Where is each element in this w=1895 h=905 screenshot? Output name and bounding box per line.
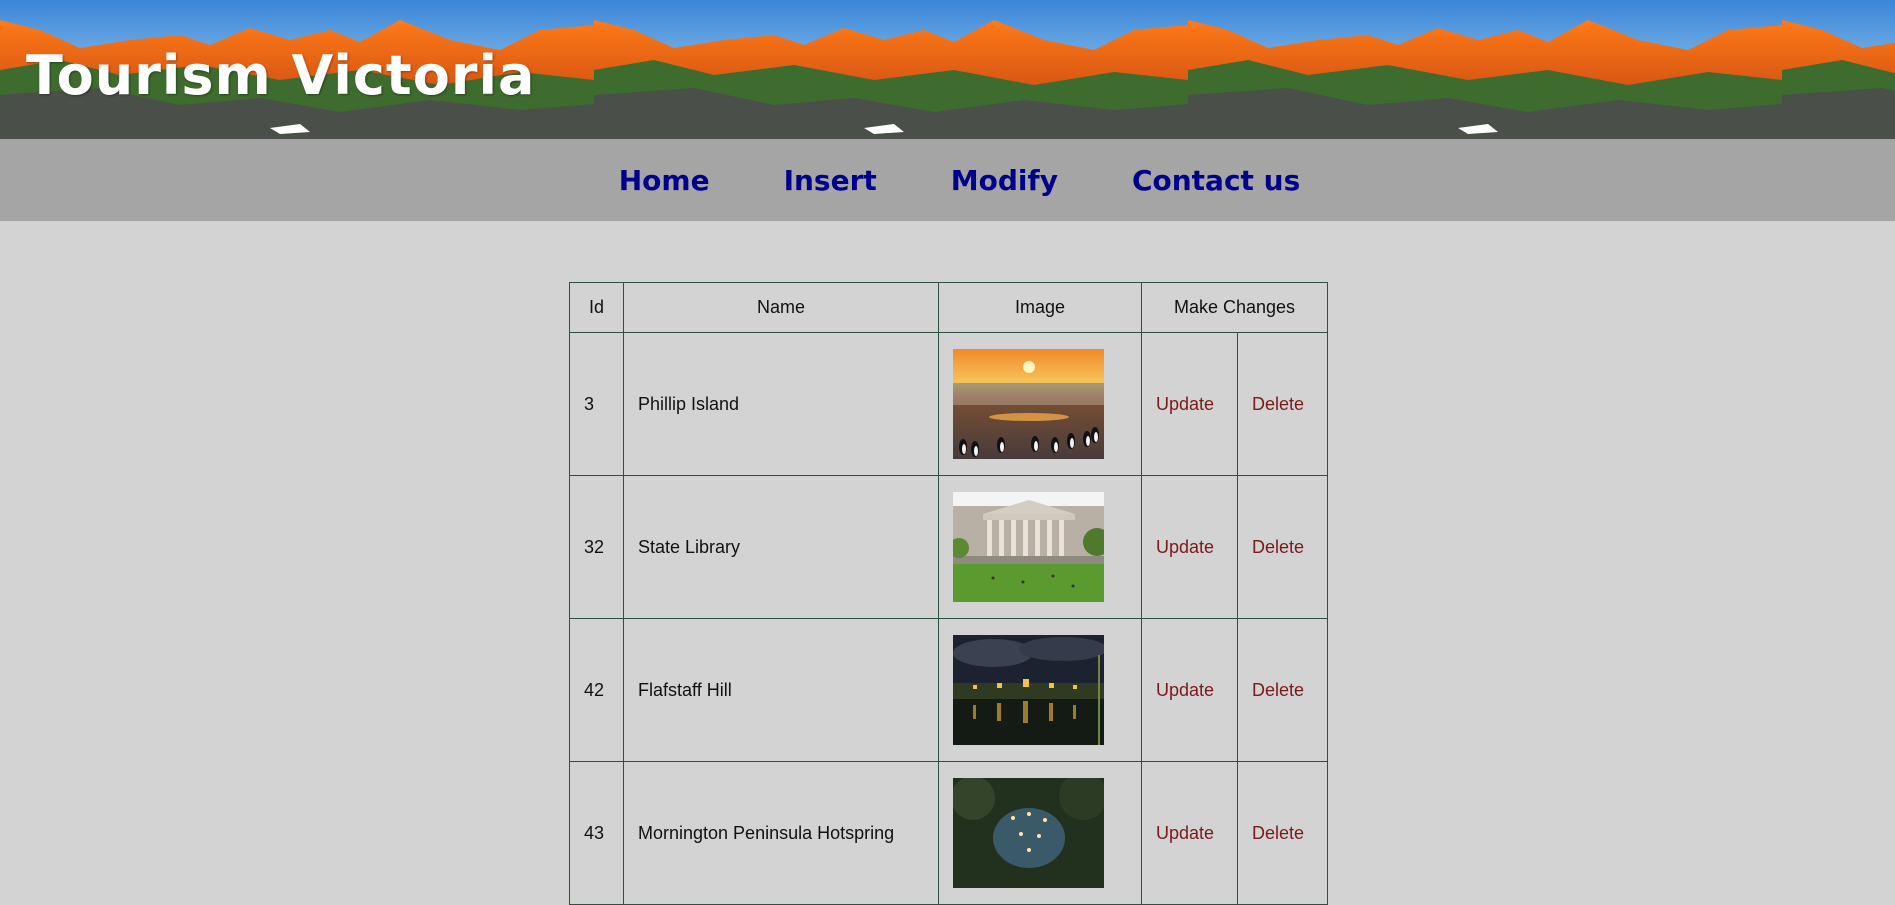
mountain-banner-image [594, 0, 1188, 139]
row-id: 32 [569, 475, 624, 619]
night-village-reflection-photo [953, 635, 1104, 745]
row-image-cell [938, 332, 1142, 476]
table-row: 43 Mornington Peninsula Hotspring Update… [569, 761, 1328, 905]
update-link[interactable]: Update [1156, 394, 1214, 414]
delete-link[interactable]: Delete [1252, 823, 1304, 843]
nav-home-link[interactable]: Home [619, 164, 710, 197]
hot-springs-night-photo [953, 778, 1104, 888]
update-link[interactable]: Update [1156, 680, 1214, 700]
mountain-banner-image [1188, 0, 1782, 139]
mountain-banner-image [1782, 0, 1895, 139]
row-name: Phillip Island [623, 332, 939, 476]
row-id: 43 [569, 761, 624, 905]
delete-link[interactable]: Delete [1252, 394, 1304, 414]
header-id: Id [569, 282, 624, 333]
row-update-cell: Update [1141, 618, 1238, 762]
row-update-cell: Update [1141, 332, 1238, 476]
row-image-cell [938, 618, 1142, 762]
delete-link[interactable]: Delete [1252, 537, 1304, 557]
nav-modify-link[interactable]: Modify [951, 164, 1058, 197]
row-image-cell [938, 475, 1142, 619]
table-header-row: Id Name Image Make Changes [569, 282, 1328, 333]
delete-link[interactable]: Delete [1252, 680, 1304, 700]
table-row: 32 State Library Update Delete [569, 475, 1328, 619]
row-update-cell: Update [1141, 761, 1238, 905]
header-name: Name [623, 282, 939, 333]
attractions-table-wrapper: Id Name Image Make Changes 3 Phillip Isl… [569, 282, 1328, 905]
nav-contact-link[interactable]: Contact us [1132, 164, 1300, 197]
row-image-cell [938, 761, 1142, 905]
header-image: Image [938, 282, 1142, 333]
row-delete-cell: Delete [1237, 475, 1328, 619]
update-link[interactable]: Update [1156, 823, 1214, 843]
row-update-cell: Update [1141, 475, 1238, 619]
main-nav: Home Insert Modify Contact us [0, 139, 1895, 221]
row-id: 3 [569, 332, 624, 476]
header-make-changes: Make Changes [1141, 282, 1328, 333]
state-library-building-photo [953, 492, 1104, 602]
site-title: Tourism Victoria [26, 44, 536, 107]
table-row: 3 Phillip Island Update Delete [569, 332, 1328, 476]
row-delete-cell: Delete [1237, 618, 1328, 762]
table-row: 42 Flafstaff Hill Update Delete [569, 618, 1328, 762]
row-id: 42 [569, 618, 624, 762]
nav-insert-link[interactable]: Insert [784, 164, 877, 197]
row-name: Mornington Peninsula Hotspring [623, 761, 939, 905]
header-banner: Tourism Victoria [0, 0, 1895, 139]
row-name: Flafstaff Hill [623, 618, 939, 762]
attractions-table: Id Name Image Make Changes 3 Phillip Isl… [569, 282, 1328, 905]
row-delete-cell: Delete [1237, 761, 1328, 905]
row-delete-cell: Delete [1237, 332, 1328, 476]
row-name: State Library [623, 475, 939, 619]
beach-sunset-penguins-photo [953, 349, 1104, 459]
update-link[interactable]: Update [1156, 537, 1214, 557]
